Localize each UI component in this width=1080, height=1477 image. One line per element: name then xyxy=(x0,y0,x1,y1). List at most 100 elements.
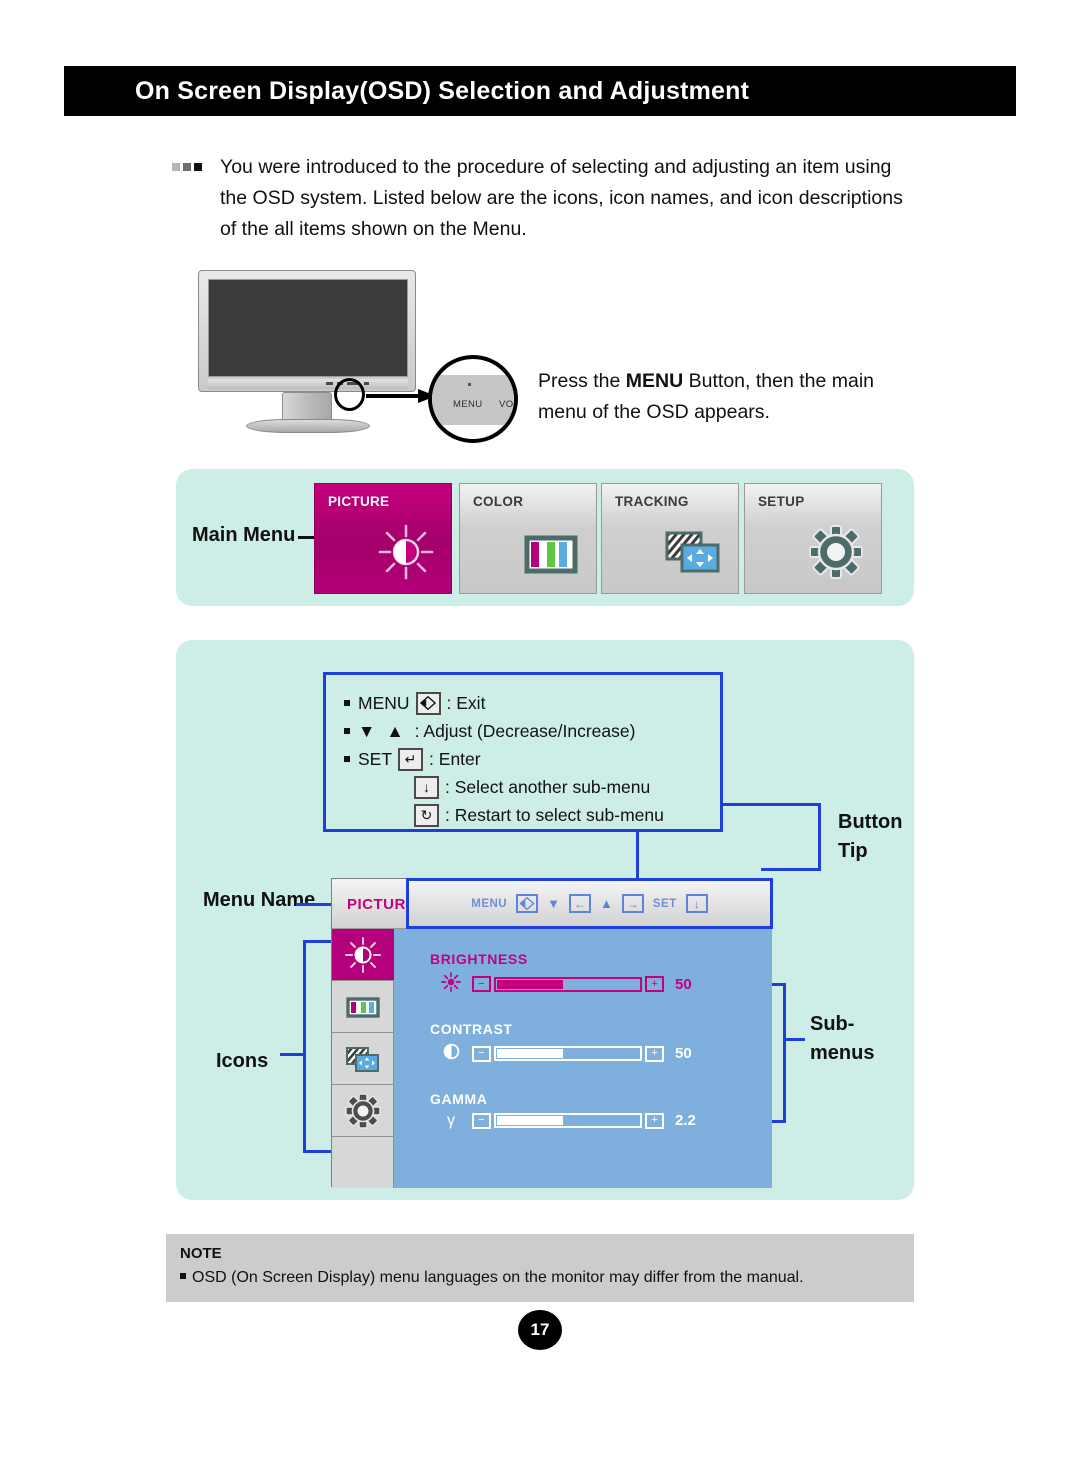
tip-menu-prefix: MENU xyxy=(358,693,410,713)
osd-submenu-body: BRIGHTNESS − + 50 CONTRAST − + 50 GAMMA … xyxy=(394,929,772,1188)
osd-row-brightness[interactable]: BRIGHTNESS − + 50 xyxy=(430,951,750,996)
tip-adjust-desc: : Adjust (Decrease/Increase) xyxy=(414,721,636,741)
button-tip-label: Button Tip xyxy=(838,808,902,866)
osd-row-gamma-label: GAMMA xyxy=(430,1091,488,1107)
icons-label: Icons xyxy=(216,1050,269,1072)
main-menu-tab-color[interactable]: COLOR xyxy=(459,483,597,594)
osd-sidebar-item-setup[interactable] xyxy=(332,1085,394,1137)
osd-gamma-decrease-button[interactable]: − xyxy=(472,1112,491,1129)
gear-icon xyxy=(805,521,867,583)
callout-magnifier: MENU VO xyxy=(428,355,518,443)
tip-bullet xyxy=(344,756,350,762)
note-title: NOTE xyxy=(180,1245,222,1262)
osd-icon-sidebar xyxy=(332,929,394,1188)
tip-item-adjust: ▼ ▲ : Adjust (Decrease/Increase) xyxy=(344,717,720,745)
tip-menu-desc: : Exit xyxy=(446,693,486,713)
osd-sidebar-empty-cell xyxy=(332,1137,394,1188)
osd-button-tip-strip: MENU ▼ ← ▲ → SET ↓ xyxy=(406,878,773,929)
color-bars-icon xyxy=(344,988,382,1026)
monitor-button-4 xyxy=(364,381,369,385)
osd-sidebar-item-color[interactable] xyxy=(332,981,394,1033)
osd-tip-down-arrow: ▼ xyxy=(547,896,560,911)
down-arrow-icon: ▼ xyxy=(358,721,376,741)
osd-tip-set-text: SET xyxy=(652,897,677,910)
connector-icons-stub xyxy=(280,1053,305,1056)
tip-bullet xyxy=(344,728,350,734)
osd-title-bar: PICTURE MENU ▼ ← ▲ → SET ↓ xyxy=(332,878,773,929)
osd-row-gamma[interactable]: GAMMA γ − + 2.2 xyxy=(430,1091,750,1129)
osd-row-brightness-label: BRIGHTNESS xyxy=(430,951,528,967)
osd-contrast-slider[interactable] xyxy=(494,1046,642,1061)
connector-tip-to-strip-h xyxy=(761,868,821,871)
osd-row-brightness-control[interactable]: − + 50 xyxy=(430,972,750,996)
exit-icon xyxy=(516,894,539,913)
monitor-button-1 xyxy=(326,381,333,385)
bullet-square-dark xyxy=(194,163,202,171)
osd-brightness-slider[interactable] xyxy=(494,976,642,992)
up-arrow-icon: ▲ xyxy=(386,721,404,741)
connector-icons-bottom xyxy=(303,1150,333,1153)
osd-gamma-slider-fill xyxy=(497,1116,564,1125)
submenus-label-line2: menus xyxy=(810,1042,875,1064)
tip-item-restart-submenu: ↻ : Restart to select sub-menu xyxy=(344,801,720,829)
main-menu-tab-tracking[interactable]: TRACKING xyxy=(601,483,739,594)
osd-tip-menu-text: MENU xyxy=(471,897,508,910)
osd-brightness-slider-fill xyxy=(497,979,564,989)
osd-window: PICTURE MENU ▼ ← ▲ → SET ↓ BRIGHTNESS − … xyxy=(331,878,773,1188)
color-bars-icon xyxy=(520,521,582,583)
gear-icon xyxy=(344,1092,382,1130)
menu-name-label: Menu Name xyxy=(203,889,316,911)
bullet-square-light xyxy=(172,163,180,171)
tip-item-select-submenu: ↓ : Select another sub-menu xyxy=(344,773,720,801)
monitor-screen xyxy=(208,279,408,377)
monitor-illustration xyxy=(198,270,428,435)
osd-gamma-slider[interactable] xyxy=(494,1113,642,1128)
note-box: NOTE OSD (On Screen Display) menu langua… xyxy=(166,1234,914,1302)
connector-tip-right-v xyxy=(818,803,821,871)
tracking-icon xyxy=(662,521,724,583)
press-menu-instruction: Press the MENU Button, then the main men… xyxy=(538,366,918,428)
osd-row-contrast[interactable]: CONTRAST − + 50 xyxy=(430,1021,750,1065)
tab-color-label: COLOR xyxy=(473,494,524,509)
osd-tip-select-key: ↓ xyxy=(685,894,708,913)
enter-icon: ↵ xyxy=(398,747,424,771)
osd-brightness-decrease-button[interactable]: − xyxy=(472,976,491,992)
osd-brightness-value: 50 xyxy=(675,975,692,993)
osd-contrast-slider-fill xyxy=(497,1049,564,1058)
tip-item-menu: MENU : Exit xyxy=(344,689,720,717)
callout-led-dot xyxy=(468,383,471,386)
tip-set-prefix: SET xyxy=(358,749,393,769)
callout-vol-label: VO xyxy=(499,399,514,410)
osd-contrast-value: 50 xyxy=(675,1045,692,1062)
restart-icon: ↻ xyxy=(414,803,439,827)
connector-tip-bottom-v xyxy=(636,832,639,878)
tip-bullet xyxy=(344,700,350,706)
osd-sidebar-item-tracking[interactable] xyxy=(332,1033,394,1085)
osd-contrast-increase-button[interactable]: + xyxy=(645,1045,664,1062)
note-bullet xyxy=(180,1273,186,1279)
monitor-stand-neck xyxy=(282,392,332,422)
osd-row-contrast-control[interactable]: − + 50 xyxy=(430,1042,750,1065)
gamma-icon: γ xyxy=(447,1111,455,1129)
tracking-icon xyxy=(344,1040,382,1078)
page-number-badge: 17 xyxy=(518,1310,562,1350)
osd-gamma-increase-button[interactable]: + xyxy=(645,1112,664,1129)
osd-contrast-decrease-button[interactable]: − xyxy=(472,1045,491,1062)
button-tip-label-line1: Button xyxy=(838,811,903,833)
main-menu-tab-setup[interactable]: SETUP xyxy=(744,483,882,594)
osd-brightness-increase-button[interactable]: + xyxy=(645,976,664,992)
sun-icon xyxy=(430,972,472,996)
bullet-square-mid xyxy=(183,163,191,171)
exit-icon xyxy=(415,691,441,715)
submenus-label-line1: Sub- xyxy=(810,1013,855,1035)
connector-icons-top xyxy=(303,940,333,943)
osd-sidebar-item-picture[interactable] xyxy=(332,929,394,981)
button-tip-list: MENU : Exit ▼ ▲ : Adjust (Decrease/Incre… xyxy=(326,675,720,829)
button-tip-label-line2: Tip xyxy=(838,840,868,862)
osd-row-gamma-control[interactable]: γ − + 2.2 xyxy=(430,1112,750,1129)
monitor-stand-base xyxy=(246,419,370,433)
osd-tip-right-key: → xyxy=(621,894,644,913)
brightness-icon xyxy=(375,521,437,583)
main-menu-tab-picture[interactable]: PICTURE xyxy=(314,483,452,594)
button-tip-box: MENU : Exit ▼ ▲ : Adjust (Decrease/Incre… xyxy=(323,672,723,832)
